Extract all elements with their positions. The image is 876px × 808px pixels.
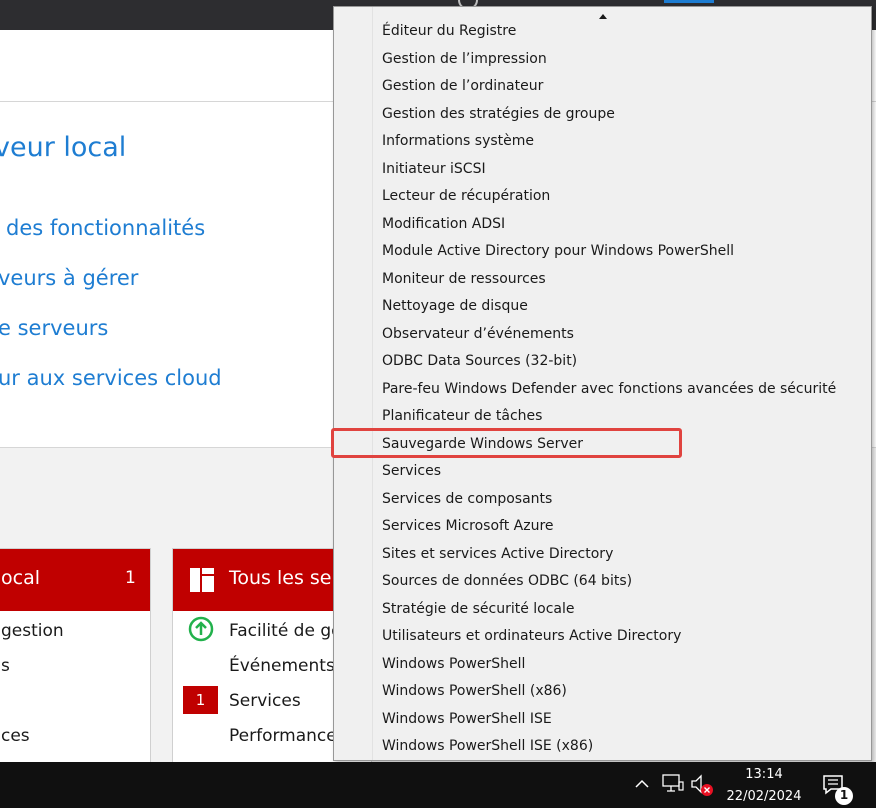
menu-item-gestion-des-strategies-de-groupe[interactable]: Gestion des stratégies de groupe (334, 101, 871, 129)
menu-item-pare-feu-windows-defender-avec-fonctions-avancees-de-securite[interactable]: Pare-feu Windows Defender avec fonctions… (334, 376, 871, 404)
services-alert-badge: 1 (183, 686, 218, 714)
menu-item-services[interactable]: Services (334, 458, 871, 486)
manageability-row[interactable]: gestion (1, 621, 64, 641)
events-row[interactable]: Événements (229, 656, 335, 676)
manage-menu-indicator (664, 0, 714, 3)
add-roles-link[interactable]: des fonctionnalités (6, 216, 205, 240)
tools-menu: Éditeur du Registre Gestion de l’impressi… (333, 6, 872, 761)
clock-time[interactable]: 13:14 (738, 767, 790, 782)
create-server-group-link[interactable]: e serveurs (0, 316, 108, 340)
services-row[interactable]: Services (229, 691, 301, 711)
menu-item-sauvegarde-windows-server[interactable]: Sauvegarde Windows Server (334, 431, 871, 459)
clock-date[interactable]: 22/02/2024 (722, 789, 806, 804)
connect-cloud-services-link[interactable]: ur aux services cloud (0, 366, 222, 390)
network-icon[interactable] (661, 773, 685, 793)
chevron-up-icon[interactable] (634, 776, 650, 790)
menu-item-windows-powershell-ise-x86[interactable]: Windows PowerShell ISE (x86) (334, 733, 871, 760)
menu-item-gestion-de-l-ordinateur[interactable]: Gestion de l’ordinateur (334, 73, 871, 101)
menu-item-sites-et-services-active-directory[interactable]: Sites et services Active Directory (334, 541, 871, 569)
menu-item-planificateur-de-taches[interactable]: Planificateur de tâches (334, 403, 871, 431)
menu-item-initiateur-iscsi[interactable]: Initiateur iSCSI (334, 156, 871, 184)
menu-item-services-de-composants[interactable]: Services de composants (334, 486, 871, 514)
menu-item-editeur-du-registre[interactable]: Éditeur du Registre (334, 18, 871, 46)
status-ok-icon (188, 616, 214, 642)
performance-row[interactable]: Performances (229, 726, 346, 746)
menu-item-strategie-de-securite-locale[interactable]: Stratégie de sécurité locale (334, 596, 871, 624)
performance-row[interactable]: ces (1, 726, 30, 746)
menu-item-windows-powershell-ise[interactable]: Windows PowerShell ISE (334, 706, 871, 734)
menu-item-utilisateurs-et-ordinateurs-active-directory[interactable]: Utilisateurs et ordinateurs Active Direc… (334, 623, 871, 651)
menu-item-nettoyage-de-disque[interactable]: Nettoyage de disque (334, 293, 871, 321)
menu-item-observateur-d-evenements[interactable]: Observateur d’événements (334, 321, 871, 349)
menu-item-gestion-de-l-impression[interactable]: Gestion de l’impression (334, 46, 871, 74)
menu-item-module-active-directory-pour-windows-powershell[interactable]: Module Active Directory pour Windows Pow… (334, 238, 871, 266)
speaker-muted-icon[interactable] (690, 773, 716, 797)
menu-item-windows-powershell-x86[interactable]: Windows PowerShell (x86) (334, 678, 871, 706)
menu-item-modification-adsi[interactable]: Modification ADSI (334, 211, 871, 239)
tile-title: ocal (1, 567, 40, 589)
menu-item-services-microsoft-azure[interactable]: Services Microsoft Azure (334, 513, 871, 541)
menu-item-sources-de-donnees-odbc-64-bits[interactable]: Sources de données ODBC (64 bits) (334, 568, 871, 596)
menu-item-informations-systeme[interactable]: Informations système (334, 128, 871, 156)
tile-header[interactable]: ocal 1 (0, 549, 150, 611)
menu-item-odbc-data-sources-32-bit[interactable]: ODBC Data Sources (32-bit) (334, 348, 871, 376)
configure-server-link[interactable]: veur local (0, 132, 126, 163)
taskbar: 13:14 22/02/2024 1 (0, 762, 876, 808)
local-server-tile[interactable]: ocal 1 gestion s ces (0, 548, 151, 778)
menu-item-windows-powershell[interactable]: Windows PowerShell (334, 651, 871, 679)
menu-item-lecteur-de-recuperation[interactable]: Lecteur de récupération (334, 183, 871, 211)
tools-menu-list: Éditeur du Registre Gestion de l’impressi… (334, 18, 871, 760)
server-group-icon (189, 566, 215, 594)
add-servers-link[interactable]: veurs à gérer (0, 266, 138, 290)
events-row[interactable]: s (1, 656, 10, 676)
tile-count: 1 (125, 568, 136, 588)
notification-count: 1 (839, 788, 849, 802)
menu-item-moniteur-de-ressources[interactable]: Moniteur de ressources (334, 266, 871, 294)
